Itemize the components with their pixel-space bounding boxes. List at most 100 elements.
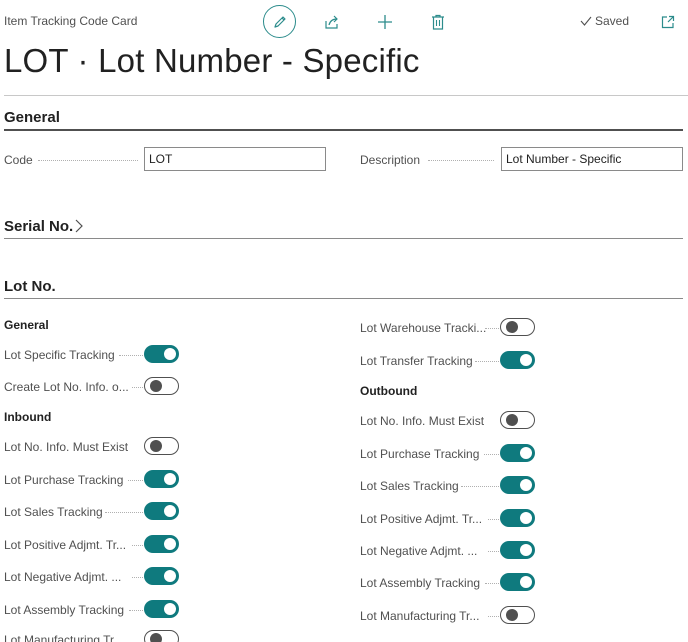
- toggle-label: Lot Sales Tracking: [360, 479, 459, 493]
- outbound-lot-sales-tracking-toggle[interactable]: [500, 476, 535, 494]
- toggle-row[interactable]: Lot Purchase Tracking: [360, 444, 540, 464]
- toggle-row[interactable]: Lot No. Info. Must Exist: [360, 411, 540, 431]
- saved-label: Saved: [595, 14, 630, 28]
- toggle-knob: [150, 440, 162, 452]
- saved-status: Saved: [580, 14, 629, 28]
- toggle-row[interactable]: Lot Purchase Tracking: [4, 470, 184, 490]
- check-icon: [580, 16, 592, 26]
- section-general-heading[interactable]: General: [4, 109, 60, 126]
- toggle-row[interactable]: Lot Negative Adjmt. ...: [360, 541, 540, 561]
- open-new-window-button[interactable]: [658, 12, 678, 32]
- inbound-lot-sales-tracking-toggle[interactable]: [144, 502, 179, 520]
- top-bar: Item Tracking Code Card Saved: [0, 0, 688, 44]
- inbound-lot-assembly-tracking-toggle[interactable]: [144, 600, 179, 618]
- section-lot-heading[interactable]: Lot No.: [4, 278, 56, 295]
- dots: [488, 616, 499, 617]
- page-title: LOT · Lot Number - Specific: [4, 42, 420, 79]
- open-new-window-icon: [661, 15, 675, 29]
- lot-specific-tracking-toggle[interactable]: [144, 345, 179, 363]
- toggle-label: Lot Negative Adjmt. ...: [360, 544, 478, 558]
- toggle-row[interactable]: Lot Warehouse Tracki...: [360, 318, 540, 338]
- toggle-row[interactable]: Lot Specific Tracking: [4, 345, 184, 365]
- toggle-row[interactable]: Lot Assembly Tracking: [360, 573, 540, 593]
- toggle-row[interactable]: Create Lot No. Info. o...: [4, 377, 184, 397]
- outbound-lot-assembly-tracking-toggle[interactable]: [500, 573, 535, 591]
- inbound-lot-negative-adjmt-toggle[interactable]: [144, 567, 179, 585]
- edit-button[interactable]: [263, 5, 296, 38]
- create-lot-no-info-toggle[interactable]: [144, 377, 179, 395]
- toggle-knob: [506, 414, 518, 426]
- dots: [485, 328, 499, 329]
- toggle-row[interactable]: Lot No. Info. Must Exist: [4, 437, 184, 457]
- toggle-label: Lot Assembly Tracking: [360, 576, 481, 590]
- toggle-knob: [150, 380, 162, 392]
- outbound-heading: Outbound: [360, 384, 418, 398]
- outbound-lot-purchase-tracking-toggle[interactable]: [500, 444, 535, 462]
- lot-warehouse-tracking-toggle[interactable]: [500, 318, 535, 336]
- toggle-knob: [520, 479, 532, 491]
- inbound-lot-purchase-tracking-toggle[interactable]: [144, 470, 179, 488]
- dots: [128, 480, 143, 481]
- new-button[interactable]: [375, 12, 395, 32]
- outbound-lot-info-must-exist-toggle[interactable]: [500, 411, 535, 429]
- inbound-lot-manufacturing-tracking-toggle[interactable]: [144, 630, 179, 642]
- dots: [475, 361, 499, 362]
- section-serial-divider: [4, 238, 683, 239]
- lot-transfer-tracking-toggle[interactable]: [500, 351, 535, 369]
- dots: [119, 355, 143, 356]
- toggle-row[interactable]: Lot Positive Adjmt. Tr...: [360, 509, 540, 529]
- toggle-label: Lot Purchase Tracking: [4, 473, 124, 487]
- toggle-row[interactable]: Lot Assembly Tracking: [4, 600, 184, 620]
- toggle-label: Lot Manufacturing Tr...: [4, 633, 124, 642]
- toggle-knob: [506, 609, 518, 621]
- toggle-label: Lot Assembly Tracking: [4, 603, 125, 617]
- toggle-row[interactable]: Lot Manufacturing Tr...: [360, 606, 540, 626]
- dots: [132, 387, 143, 388]
- toggle-knob: [164, 473, 176, 485]
- inbound-lot-positive-adjmt-toggle[interactable]: [144, 535, 179, 553]
- dots: [132, 545, 143, 546]
- toggle-label: Lot Positive Adjmt. Tr...: [360, 512, 483, 526]
- code-input[interactable]: [144, 147, 326, 171]
- toggle-knob: [164, 505, 176, 517]
- toggle-row[interactable]: Lot Manufacturing Tr...: [4, 630, 184, 642]
- toggle-knob: [164, 570, 176, 582]
- toggle-knob: [520, 544, 532, 556]
- delete-icon: [432, 14, 444, 30]
- section-serial-heading[interactable]: Serial No.: [4, 218, 73, 235]
- toggle-knob: [520, 512, 532, 524]
- delete-button[interactable]: [428, 12, 448, 32]
- dots: [488, 551, 499, 552]
- toggle-label: Lot Sales Tracking: [4, 505, 103, 519]
- dots: [461, 486, 499, 487]
- toggle-row[interactable]: Lot Sales Tracking: [4, 502, 184, 522]
- toggle-label: Create Lot No. Info. o...: [4, 380, 129, 394]
- toggle-knob: [164, 538, 176, 550]
- toggle-label: Lot Warehouse Tracki...: [360, 321, 487, 335]
- toggle-label: Lot No. Info. Must Exist: [4, 440, 129, 454]
- inbound-lot-info-must-exist-toggle[interactable]: [144, 437, 179, 455]
- share-button[interactable]: [322, 12, 342, 32]
- toggle-knob: [164, 348, 176, 360]
- outbound-lot-negative-adjmt-toggle[interactable]: [500, 541, 535, 559]
- toggle-label: Lot Transfer Tracking: [360, 354, 473, 368]
- toggle-row[interactable]: Lot Transfer Tracking: [360, 351, 540, 371]
- toggle-knob: [520, 447, 532, 459]
- dots: [484, 454, 499, 455]
- lot-general-heading: General: [4, 318, 49, 332]
- chevron-right-icon[interactable]: [75, 219, 83, 233]
- outbound-lot-manufacturing-tracking-toggle[interactable]: [500, 606, 535, 624]
- breadcrumb: Item Tracking Code Card: [4, 14, 138, 28]
- toggle-row[interactable]: Lot Negative Adjmt. ...: [4, 567, 184, 587]
- toggle-label: Lot Specific Tracking: [4, 348, 115, 362]
- edit-icon: [273, 15, 286, 28]
- toggle-row[interactable]: Lot Sales Tracking: [360, 476, 540, 496]
- toggle-row[interactable]: Lot Positive Adjmt. Tr...: [4, 535, 184, 555]
- description-input[interactable]: [501, 147, 683, 171]
- inbound-heading: Inbound: [4, 410, 52, 424]
- toggle-label: Lot No. Info. Must Exist: [360, 414, 485, 428]
- dots: [132, 577, 143, 578]
- share-icon: [325, 15, 338, 29]
- toggle-label: Lot Manufacturing Tr...: [360, 609, 480, 623]
- outbound-lot-positive-adjmt-toggle[interactable]: [500, 509, 535, 527]
